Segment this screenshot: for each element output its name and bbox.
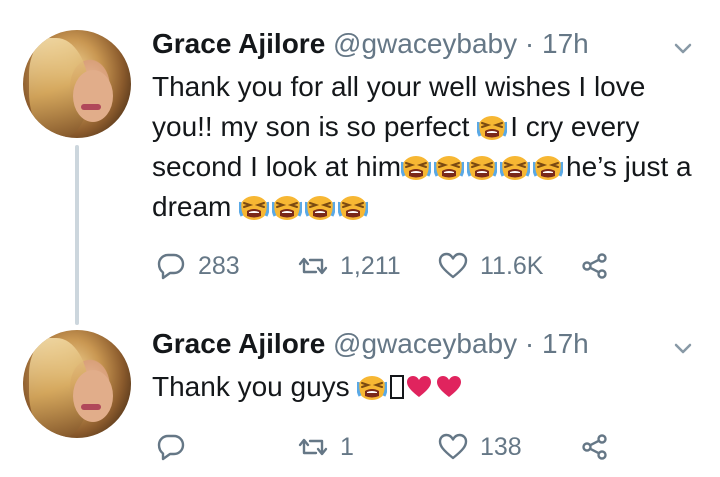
like-count: 11.6K — [480, 251, 544, 280]
display-name[interactable]: Grace Ajilore — [152, 28, 325, 59]
retweet-icon — [298, 251, 328, 281]
like-count: 138 — [480, 432, 522, 461]
share-icon — [580, 251, 610, 281]
red-heart-emoji — [436, 375, 462, 399]
heart-icon — [438, 251, 468, 281]
tweet-header: Grace Ajilore @gwaceybaby · 17h — [152, 27, 589, 61]
share-icon — [580, 432, 610, 462]
crying-face-emoji — [357, 374, 387, 400]
crying-face-emoji — [401, 154, 431, 180]
retweet-button[interactable]: 1 — [298, 430, 354, 464]
tweet-text: Thank you for all your well wishes I lov… — [152, 67, 692, 227]
user-handle[interactable]: @gwaceybaby — [333, 328, 517, 359]
heart-icon — [438, 432, 468, 462]
share-button[interactable] — [580, 249, 610, 283]
avatar[interactable] — [23, 330, 131, 438]
crying-face-emoji — [477, 114, 507, 140]
tweet-header: Grace Ajilore @gwaceybaby · 17h — [152, 327, 589, 361]
separator-dot: · — [524, 328, 535, 359]
retweet-button[interactable]: 1,211 — [298, 249, 401, 283]
crying-face-emoji — [239, 194, 269, 220]
separator-dot: · — [524, 28, 535, 59]
reply-icon — [156, 251, 186, 281]
avatar[interactable] — [23, 30, 131, 138]
chevron-down-icon[interactable] — [672, 338, 694, 360]
display-name[interactable]: Grace Ajilore — [152, 328, 325, 359]
tweet[interactable]: Grace Ajilore @gwaceybaby · 17h Thank yo… — [0, 0, 720, 325]
tweet[interactable]: Grace Ajilore @gwaceybaby · 17h Thank yo… — [0, 318, 720, 477]
crying-face-emoji — [434, 154, 464, 180]
like-button[interactable]: 138 — [438, 430, 522, 464]
reply-button[interactable] — [156, 430, 198, 464]
reply-icon — [156, 432, 186, 462]
crying-face-emoji — [467, 154, 497, 180]
missing-glyph: ? — [390, 375, 405, 399]
thread-line — [75, 145, 79, 325]
retweet-count: 1,211 — [340, 251, 401, 280]
crying-face-emoji — [305, 194, 335, 220]
like-button[interactable]: 11.6K — [438, 249, 543, 283]
retweet-count: 1 — [340, 432, 354, 461]
red-heart-emoji — [406, 375, 432, 399]
crying-face-emoji — [533, 154, 563, 180]
reply-count: 283 — [198, 251, 240, 280]
tweet-text-part1: Thank you guys — [152, 371, 358, 402]
timestamp[interactable]: 17h — [542, 28, 589, 59]
user-handle[interactable]: @gwaceybaby — [333, 28, 517, 59]
timestamp[interactable]: 17h — [542, 328, 589, 359]
chevron-down-icon[interactable] — [672, 38, 694, 60]
crying-face-emoji — [272, 194, 302, 220]
crying-face-emoji — [338, 194, 368, 220]
retweet-icon — [298, 432, 328, 462]
tweet-text: Thank you guys ? — [152, 367, 692, 407]
share-button[interactable] — [580, 430, 610, 464]
crying-face-emoji — [500, 154, 530, 180]
reply-button[interactable]: 283 — [156, 249, 240, 283]
